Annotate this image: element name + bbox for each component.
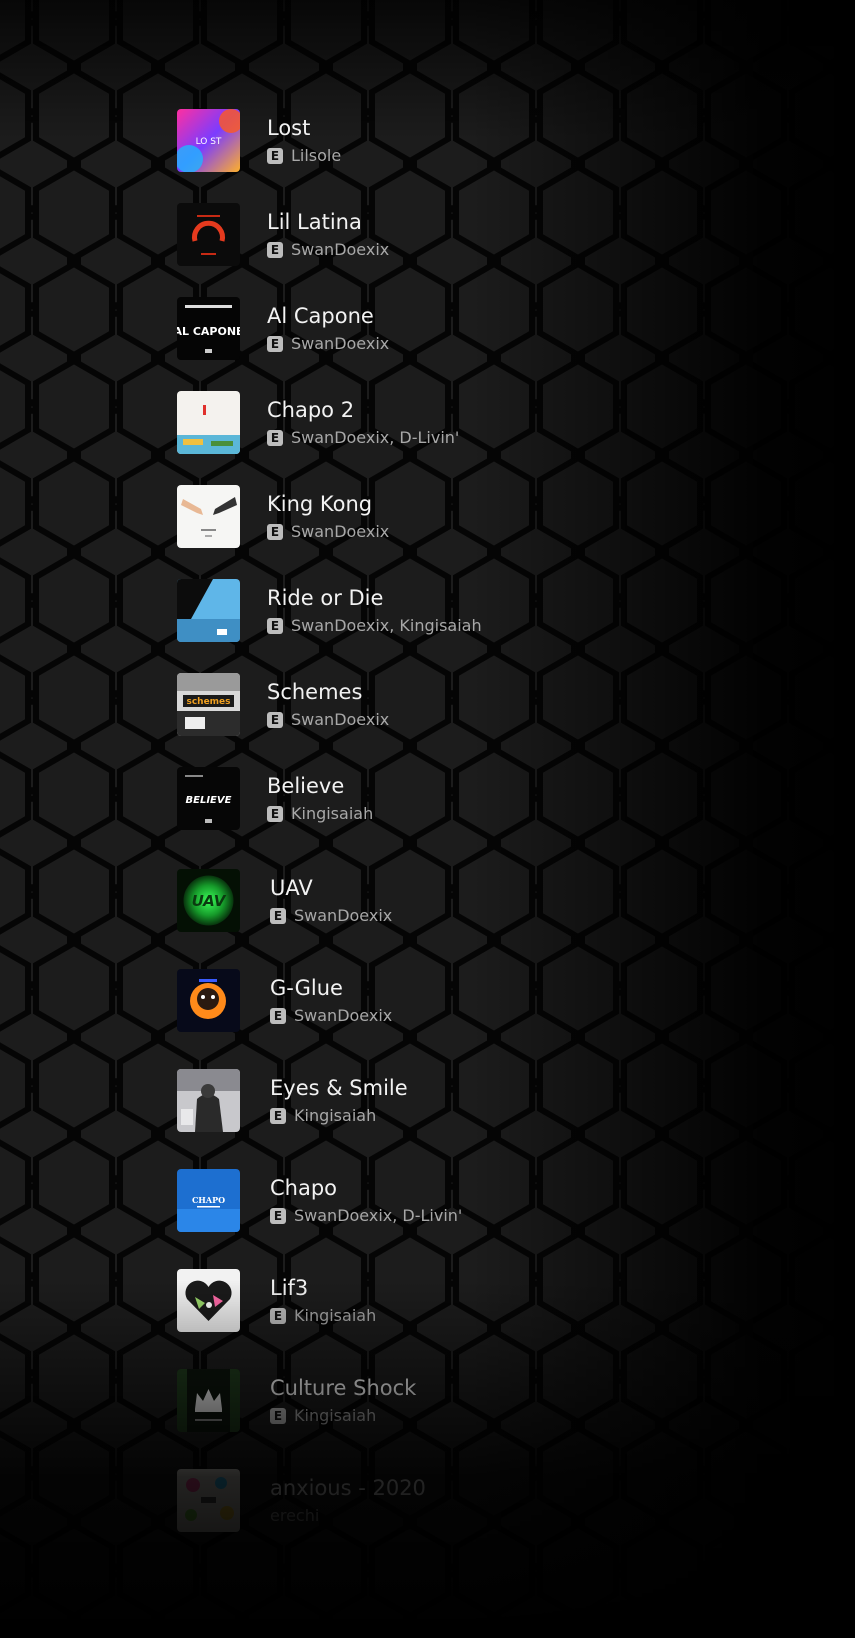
uav-art-text: UAV <box>192 892 227 910</box>
track-title: Lil Latina <box>267 210 362 234</box>
track-row-anxious-2020[interactable]: anxious - 2020 erechi <box>177 1468 737 1532</box>
explicit-icon: E <box>267 241 283 258</box>
al-capone-art-text: AL CAPONE <box>177 325 240 338</box>
track-row-chapo-2[interactable]: Chapo 2 E SwanDoexix, D-Livin' <box>177 390 737 454</box>
lil-latina-album-art <box>177 202 240 266</box>
explicit-icon: E <box>267 523 283 540</box>
track-title: Lost <box>267 116 311 140</box>
app-screen: LO ST Lost E Lilsole Lil Latina E SwanDo… <box>0 0 855 1638</box>
track-row-chapo[interactable]: CHAPO Chapo E SwanDoexix, D-Livin' <box>177 1168 737 1232</box>
believe-album-art: BELIEVE <box>177 766 240 830</box>
schemes-album-art: schemes <box>177 672 240 736</box>
schemes-art-text: schemes <box>186 697 230 707</box>
track-title: Schemes <box>267 680 363 704</box>
ride-or-die-album-art <box>177 578 240 642</box>
explicit-icon: E <box>267 617 283 634</box>
track-title: Believe <box>267 774 345 798</box>
track-title: UAV <box>270 876 313 900</box>
track-artist[interactable]: SwanDoexix <box>291 522 389 541</box>
al-capone-album-art: AL CAPONE <box>177 296 240 360</box>
lost-art-text: LO ST <box>196 137 222 147</box>
lost-album-art: LO ST <box>177 108 240 172</box>
explicit-icon: E <box>270 1007 286 1024</box>
track-artist[interactable]: Kingisaiah <box>294 1106 376 1125</box>
track-artist[interactable]: erechi <box>270 1506 319 1525</box>
track-title: Eyes & Smile <box>270 1076 408 1100</box>
track-list: LO ST Lost E Lilsole Lil Latina E SwanDo… <box>0 0 855 1638</box>
believe-art-text: BELIEVE <box>186 795 232 806</box>
track-artist[interactable]: Kingisaiah <box>294 1406 376 1425</box>
track-artist[interactable]: Lilsole <box>291 146 341 165</box>
explicit-icon: E <box>270 1207 286 1224</box>
lif3-album-art <box>177 1268 240 1332</box>
explicit-icon: E <box>267 147 283 164</box>
track-artist[interactable]: Kingisaiah <box>291 804 373 823</box>
track-artist[interactable]: SwanDoexix, Kingisaiah <box>291 616 482 635</box>
track-title: anxious - 2020 <box>270 1476 426 1500</box>
track-title: Al Capone <box>267 304 374 328</box>
explicit-icon: E <box>267 711 283 728</box>
track-row-king-kong[interactable]: King Kong E SwanDoexix <box>177 484 737 548</box>
explicit-icon: E <box>270 907 286 924</box>
explicit-icon: E <box>270 1307 286 1324</box>
track-artist[interactable]: SwanDoexix, D-Livin' <box>294 1206 462 1225</box>
chapo-album-art: CHAPO <box>177 1168 240 1232</box>
eyes-and-smile-album-art <box>177 1068 240 1132</box>
track-title: Ride or Die <box>267 586 384 610</box>
track-title: Chapo <box>270 1176 338 1200</box>
track-row-lil-latina[interactable]: Lil Latina E SwanDoexix <box>177 202 737 266</box>
track-row-ride-or-die[interactable]: Ride or Die E SwanDoexix, Kingisaiah <box>177 578 737 642</box>
track-row-al-capone[interactable]: AL CAPONE Al Capone E SwanDoexix <box>177 296 737 360</box>
explicit-icon: E <box>267 429 283 446</box>
track-row-schemes[interactable]: schemes Schemes E SwanDoexix <box>177 672 737 736</box>
track-artist[interactable]: SwanDoexix, D-Livin' <box>291 428 459 447</box>
track-row-eyes-and-smile[interactable]: Eyes & Smile E Kingisaiah <box>177 1068 737 1132</box>
track-title: G-Glue <box>270 976 343 1000</box>
track-title: Culture Shock <box>270 1376 417 1400</box>
g-glue-album-art <box>177 968 240 1032</box>
track-row-lost[interactable]: LO ST Lost E Lilsole <box>177 108 737 172</box>
track-artist[interactable]: Kingisaiah <box>294 1306 376 1325</box>
culture-shock-album-art <box>177 1368 240 1432</box>
track-artist[interactable]: SwanDoexix <box>291 240 389 259</box>
chapo-art-text: CHAPO <box>192 1195 225 1205</box>
track-artist[interactable]: SwanDoexix <box>294 1006 392 1025</box>
track-title: Lif3 <box>270 1276 309 1300</box>
track-artist[interactable]: SwanDoexix <box>291 334 389 353</box>
king-kong-album-art <box>177 484 240 548</box>
track-row-culture-shock[interactable]: Culture Shock E Kingisaiah <box>177 1368 737 1432</box>
track-row-uav[interactable]: UAV UAV E SwanDoexix <box>177 868 737 932</box>
track-artist[interactable]: SwanDoexix <box>294 906 392 925</box>
track-row-lif3[interactable]: Lif3 E Kingisaiah <box>177 1268 737 1332</box>
explicit-icon: E <box>270 1107 286 1124</box>
explicit-icon: E <box>267 805 283 822</box>
explicit-icon: E <box>270 1407 286 1424</box>
track-artist[interactable]: SwanDoexix <box>291 710 389 729</box>
anxious-album-art <box>177 1468 240 1532</box>
explicit-icon: E <box>267 335 283 352</box>
track-row-g-glue[interactable]: G-Glue E SwanDoexix <box>177 968 737 1032</box>
track-row-believe[interactable]: BELIEVE Believe E Kingisaiah <box>177 766 737 830</box>
track-title: Chapo 2 <box>267 398 355 422</box>
chapo-2-album-art <box>177 390 240 454</box>
uav-album-art: UAV <box>177 868 240 932</box>
track-title: King Kong <box>267 492 373 516</box>
